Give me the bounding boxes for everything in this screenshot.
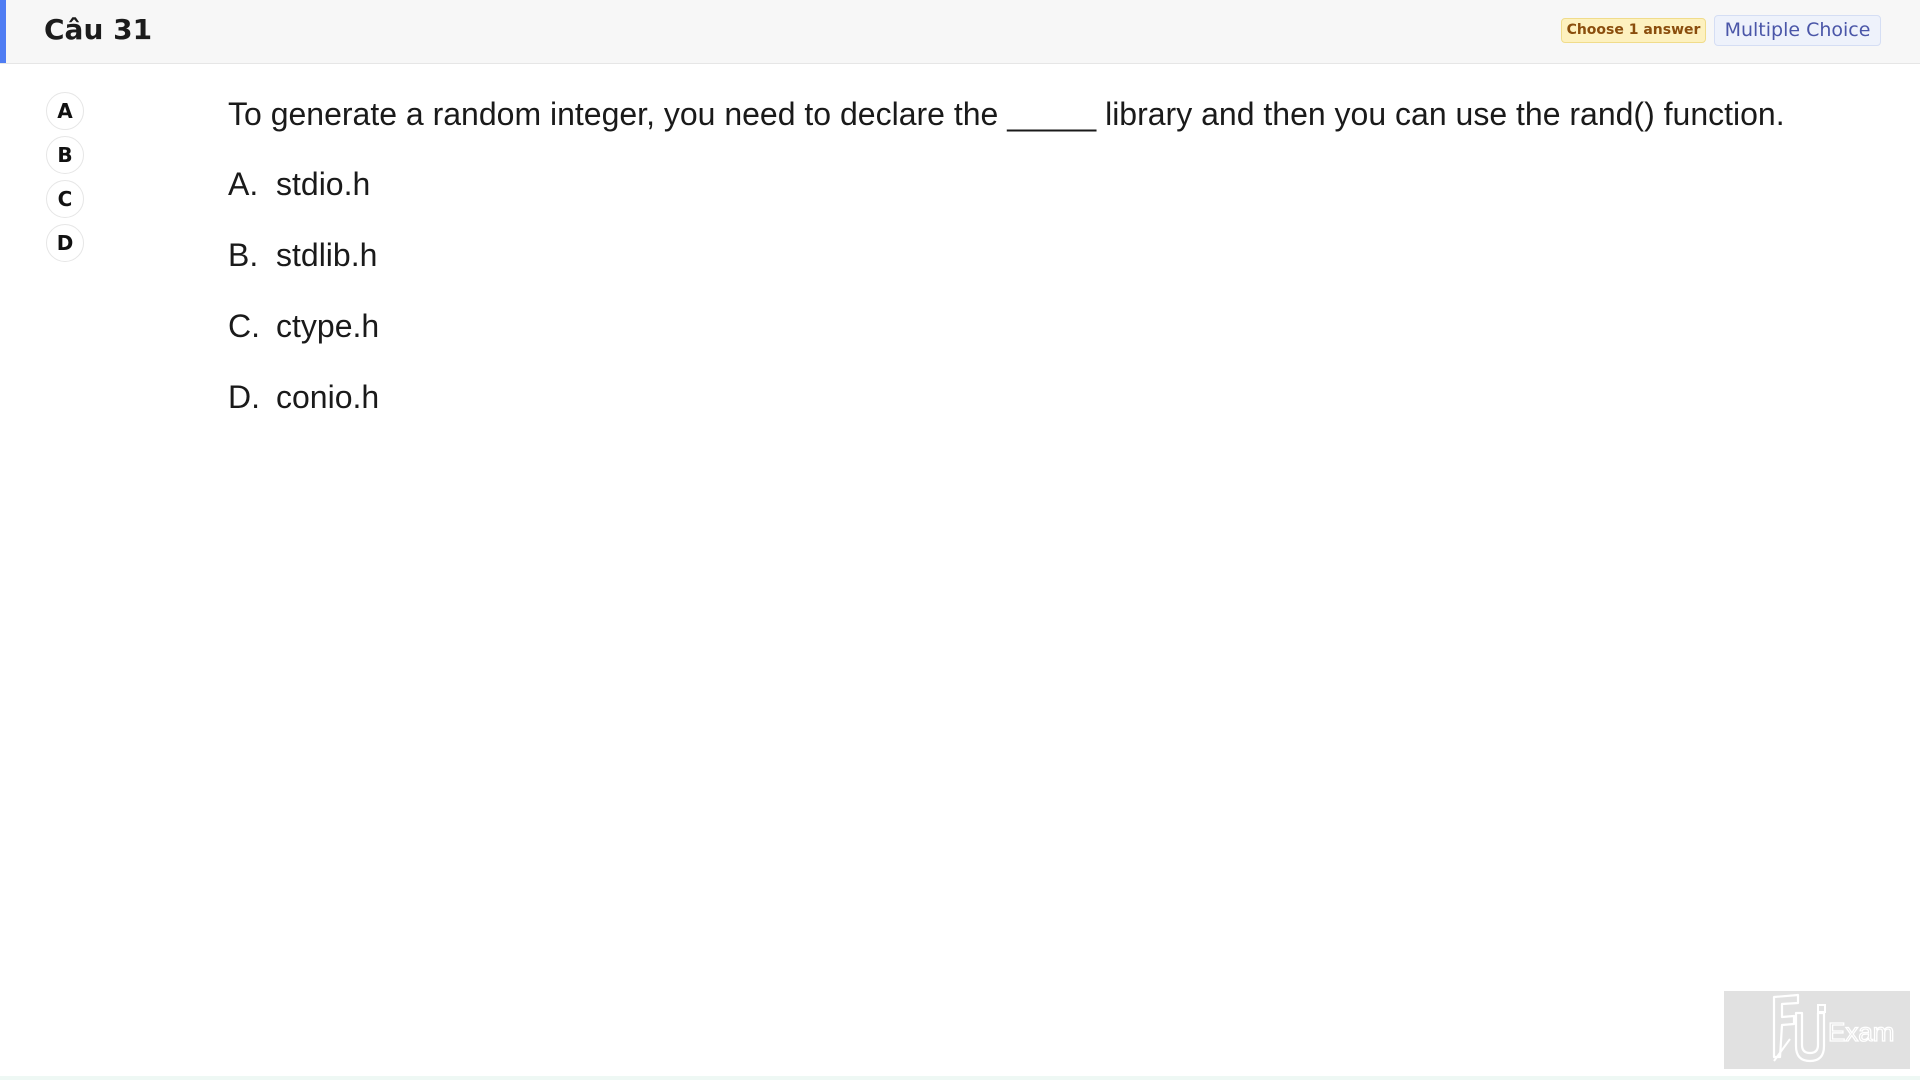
- question-type-badge: Multiple Choice: [1714, 15, 1881, 46]
- question-number-title: Câu 31: [44, 13, 153, 46]
- answer-button-d[interactable]: D: [46, 224, 84, 262]
- watermark-exam-text: Exam: [1828, 1017, 1894, 1047]
- answer-button-b[interactable]: B: [46, 136, 84, 174]
- fu-exam-logo-icon: Exam: [1772, 993, 1895, 1063]
- option-text: stdlib.h: [276, 236, 378, 273]
- header-accent-bar: [0, 0, 6, 63]
- answer-button-c[interactable]: C: [46, 180, 84, 218]
- option-letter: C.: [228, 307, 260, 344]
- bottom-strip: [0, 1076, 1920, 1080]
- option-text: stdio.h: [276, 165, 371, 202]
- page: Câu 31 Choose 1 answer Multiple Choice A…: [0, 0, 1920, 1080]
- choose-count-badge: Choose 1 answer: [1561, 18, 1706, 43]
- option-text: ctype.h: [276, 307, 380, 344]
- question-header: Câu 31 Choose 1 answer Multiple Choice: [0, 0, 1920, 64]
- fu-exam-watermark-logo: Exam: [1724, 991, 1910, 1069]
- question-content: To generate a random integer, you need t…: [228, 94, 1828, 448]
- option-letter: B.: [228, 236, 259, 273]
- answer-button-a[interactable]: A: [46, 92, 84, 130]
- option-d: D. conio.h: [228, 377, 1828, 417]
- option-c: C. ctype.h: [228, 306, 1828, 346]
- option-letter: D.: [228, 378, 260, 415]
- option-letter: A.: [228, 165, 259, 202]
- option-b: B. stdlib.h: [228, 235, 1828, 275]
- answer-selector: A B C D: [46, 92, 86, 268]
- question-text: To generate a random integer, you need t…: [228, 96, 1785, 132]
- option-text: conio.h: [276, 378, 380, 415]
- option-a: A. stdio.h: [228, 164, 1828, 204]
